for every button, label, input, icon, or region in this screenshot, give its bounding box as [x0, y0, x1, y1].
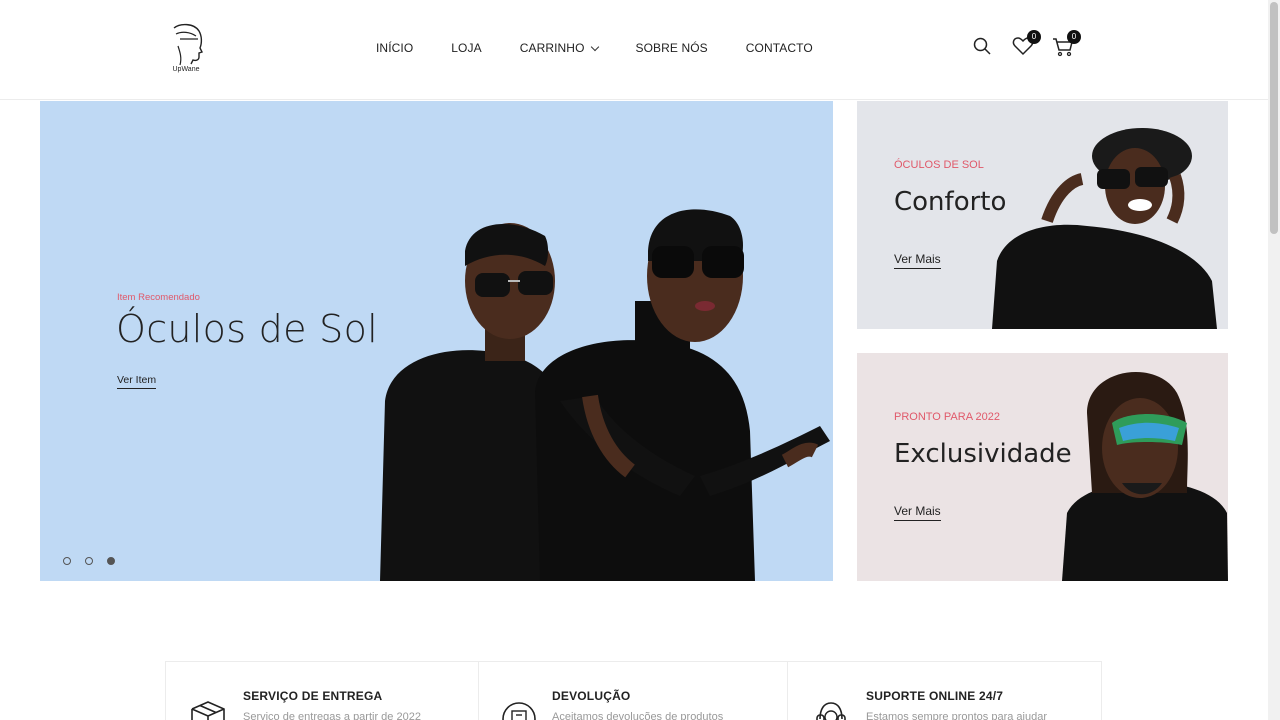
banner-subtitle: PRONTO PARA 2022 [894, 411, 1000, 423]
page-scrollbar[interactable] [1268, 0, 1280, 720]
nav-item-loja[interactable]: LOJA [451, 41, 481, 55]
cart-count-badge: 0 [1067, 30, 1081, 44]
nav-label: INÍCIO [376, 41, 414, 55]
scrollbar-thumb[interactable] [1270, 2, 1278, 234]
wishlist-button[interactable]: 0 [1012, 30, 1041, 58]
banner-view-more-link[interactable]: Ver Mais [894, 252, 941, 269]
hero-title: Óculos de Sol [116, 307, 378, 351]
slider-pagination [63, 557, 115, 565]
box-icon [191, 701, 225, 720]
logo[interactable]: UpWane [166, 22, 210, 78]
feature-title: SERVIÇO DE ENTREGA [243, 689, 383, 703]
banner-view-more-link[interactable]: Ver Mais [894, 504, 941, 521]
banner-conforto[interactable]: ÓCULOS DE SOL Conforto Ver Mais [857, 101, 1228, 329]
headset-icon [816, 702, 846, 720]
search-button[interactable] [972, 36, 994, 58]
slider-dot-2[interactable] [85, 557, 93, 565]
cart-button[interactable]: 0 [1052, 30, 1081, 58]
banner-exclusividade[interactable]: PRONTO PARA 2022 Exclusividade Ver Mais [857, 353, 1228, 581]
logo-head-icon [173, 23, 203, 66]
wishlist-count-badge: 0 [1027, 30, 1041, 44]
nav-item-carrinho[interactable]: CARRINHO [519, 41, 599, 55]
nav-label: CARRINHO [519, 41, 585, 55]
header-actions: 0 0 [972, 30, 1081, 58]
chevron-down-icon [590, 42, 599, 51]
banner-title: Conforto [894, 187, 1007, 217]
nav-item-sobre-nos[interactable]: SOBRE NÓS [636, 41, 708, 55]
search-icon [973, 37, 991, 55]
nav-label: SOBRE NÓS [635, 41, 708, 55]
features-strip: SERVIÇO DE ENTREGA Serviço de entregas a… [165, 661, 1102, 720]
logo-text: UpWane [172, 66, 200, 73]
return-box-icon [502, 702, 536, 720]
nav-label: LOJA [451, 41, 482, 55]
nav-label: CONTACTO [745, 41, 813, 55]
banner-title: Exclusividade [894, 439, 1072, 469]
hero-slider[interactable]: Item Recomendado Óculos de Sol Ver Item [40, 101, 833, 581]
feature-delivery: SERVIÇO DE ENTREGA Serviço de entregas a… [166, 662, 479, 720]
site-header: UpWane INÍCIO LOJA CARRINHO SOBRE NÓS CO… [0, 0, 1268, 100]
nav-item-contacto[interactable]: CONTACTO [746, 41, 813, 55]
feature-returns: DEVOLUÇÃO Aceitamos devoluções de produt… [479, 662, 788, 720]
feature-support: SUPORTE ONLINE 24/7 Estamos sempre pront… [788, 662, 1101, 720]
hero-view-item-link[interactable]: Ver Item [117, 374, 157, 389]
feature-title: SUPORTE ONLINE 24/7 [866, 689, 1004, 703]
slider-dot-3[interactable] [107, 557, 115, 565]
banner-subtitle: ÓCULOS DE SOL [894, 159, 984, 171]
feature-title: DEVOLUÇÃO [552, 689, 631, 703]
feature-description: Estamos sempre prontos para ajudar [866, 711, 1047, 720]
feature-description: Aceitamos devoluções de produtos [552, 711, 724, 720]
slider-dot-1[interactable] [63, 557, 71, 565]
main-nav: INÍCIO LOJA CARRINHO SOBRE NÓS CONTACTO [376, 41, 813, 55]
hero-subtitle: Item Recomendado [117, 292, 200, 303]
feature-description: Serviço de entregas a partir de 2022 [243, 711, 421, 720]
nav-item-inicio[interactable]: INÍCIO [376, 41, 413, 55]
